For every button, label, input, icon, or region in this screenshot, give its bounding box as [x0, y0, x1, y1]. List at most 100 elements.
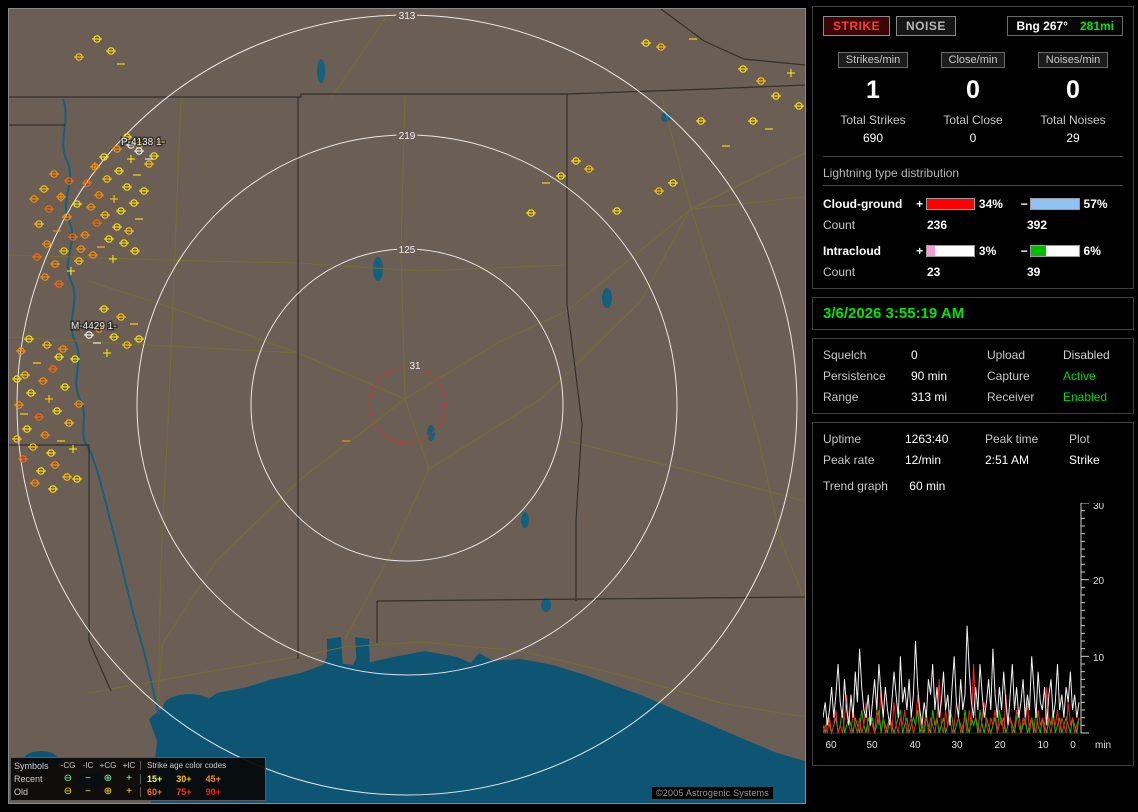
datetime-section: 3/6/2026 3:55:19 AM	[812, 297, 1134, 330]
datetime-value: 3/6/2026 3:55:19 AM	[823, 305, 965, 322]
ic-minus-icon: −	[85, 785, 91, 797]
peak-rate-value: 12/min	[905, 453, 942, 467]
trend-x-label: 50	[866, 740, 878, 751]
intracloud-counts: Count 23 39	[823, 265, 1123, 279]
legend-row-old: Old	[14, 786, 29, 797]
minus-sign: −	[1020, 243, 1028, 258]
trend-graph: 30 20 10 60 50 40 30 20 10 0 min	[822, 501, 1111, 751]
count-label: Count	[823, 218, 856, 232]
trend-graph-label: Trend graph	[823, 479, 888, 493]
cg-minus-count: 392	[1027, 218, 1048, 232]
legend-row-recent: Recent	[14, 773, 43, 784]
range-label: Range	[823, 390, 859, 404]
plus-sign: +	[916, 196, 924, 211]
upload-label: Upload	[987, 348, 1026, 362]
persistence-label: Persistence	[823, 369, 886, 383]
cg-plus-count: 236	[927, 218, 948, 232]
cg-minus-bar	[1030, 197, 1080, 210]
upload-value: Disabled	[1063, 348, 1110, 362]
trend-y-label: 10	[1093, 653, 1105, 664]
uptime-label: Uptime	[823, 432, 862, 446]
minus-sign: −	[1020, 196, 1028, 211]
range-ring-label: 125	[399, 245, 416, 256]
range-ring-label: 219	[399, 131, 416, 142]
persistence-value: 90 min	[911, 369, 948, 383]
capture-value: Active	[1063, 369, 1096, 383]
cg-plus-bar	[925, 197, 975, 210]
plot-label: Plot	[1069, 432, 1090, 446]
map-canvas[interactable]: 313 219 125 31 P-4138 1- M-4429 1-	[9, 9, 805, 803]
legend-col-cg-minus: -CG	[60, 761, 76, 770]
cg-plus-icon: ⊕	[103, 785, 113, 797]
map-panel: 313 219 125 31 P-4138 1- M-4429 1- Symbols -…	[8, 8, 806, 804]
storm-cell-label: P-4138 1-	[121, 137, 165, 148]
cloud-ground-label: Cloud-ground	[823, 196, 903, 211]
map-legend: Symbols -CG -IC +CG +IC Strike age color…	[10, 757, 266, 801]
cg-minus-icon: ⊖	[63, 772, 73, 784]
age-code: 90+	[205, 786, 221, 797]
intracloud-row: Intracloud + 3% − 6%	[823, 242, 1123, 259]
total-strikes-value: 690	[862, 131, 884, 145]
ic-plus-count: 23	[927, 265, 941, 279]
close-per-min-chip: Close/min	[940, 52, 1006, 68]
strike-stats-section: STRIKE NOISE Bng 267° 281mi Strikes/min …	[812, 6, 1134, 289]
intracloud-label: Intracloud	[823, 243, 882, 258]
ic-minus-bar	[1030, 244, 1080, 257]
lake-pontchartrain	[163, 694, 215, 720]
total-noises-value: 29	[1066, 131, 1080, 145]
trend-axis-ticks	[1081, 502, 1089, 734]
trend-graph-value: 60 min	[909, 479, 946, 493]
status-section: Squelch 0 Upload Disabled Persistence 90…	[812, 338, 1134, 414]
range-value: 313 mi	[911, 390, 948, 404]
cg-plus-icon: ⊕	[103, 772, 113, 784]
trend-x-label: 0	[1070, 740, 1076, 751]
trend-x-unit: min	[1095, 740, 1111, 751]
legend-col-ic-plus: +IC	[122, 761, 136, 770]
age-code: 15+	[147, 773, 163, 784]
bearing-range: 281mi	[1079, 19, 1114, 33]
age-code: 75+	[176, 786, 192, 797]
trend-x-label: 30	[951, 740, 963, 751]
plot-value: Strike	[1069, 453, 1100, 467]
distribution-title: Lightning type distribution	[823, 166, 1123, 186]
trend-series-layer	[822, 625, 1080, 735]
storm-cell-label: M-4429 1-	[71, 321, 117, 332]
side-panel: STRIKE NOISE Bng 267° 281mi Strikes/min …	[812, 6, 1134, 774]
peak-time-label: Peak time	[985, 432, 1039, 446]
legend-age-header: Strike age color codes	[140, 761, 262, 770]
trend-x-label: 40	[909, 740, 921, 751]
legend-symbols-header: Symbols	[14, 760, 49, 771]
trend-section: Uptime 1263:40 Peak time Plot Peak rate …	[812, 422, 1134, 766]
receiver-value: Enabled	[1063, 390, 1108, 404]
uptime-value: 1263:40	[905, 432, 949, 446]
total-noises-label: Total Noises	[1040, 113, 1106, 127]
trend-x-label: 10	[1037, 740, 1049, 751]
trend-y-label: 20	[1093, 576, 1105, 587]
lake	[219, 693, 239, 709]
trend-y-labels: 30 20 10	[1093, 501, 1105, 664]
noise-indicator[interactable]: NOISE	[896, 16, 956, 36]
ic-minus-icon: −	[85, 772, 91, 784]
legend-col-cg-plus: +CG	[99, 761, 117, 770]
peak-rate-label: Peak rate	[823, 453, 875, 467]
close-ring-label: 31	[409, 361, 421, 372]
peak-time-value: 2:51 AM	[985, 453, 1030, 467]
squelch-label: Squelch	[823, 348, 867, 362]
ic-minus-pct: 6%	[1083, 243, 1101, 258]
bearing-display: Bng 267° 281mi	[1007, 16, 1123, 36]
plus-sign: +	[916, 243, 924, 258]
close-per-min-value: 0	[966, 76, 980, 104]
age-code: 60+	[147, 786, 163, 797]
trend-x-labels: 60 50 40 30 20 10 0 min	[825, 740, 1111, 751]
age-code: 30+	[176, 773, 192, 784]
app-window: { "map": { "land_color": "#6b5e55", "wat…	[0, 0, 1138, 812]
total-strikes-label: Total Strikes	[840, 113, 906, 127]
bearing-label: Bng 267°	[1016, 19, 1068, 33]
cloud-ground-counts: Count 236 392	[823, 218, 1123, 232]
trend-y-label: 30	[1093, 503, 1105, 512]
trend-x-label: 20	[994, 740, 1006, 751]
count-label: Count	[823, 265, 856, 279]
strike-indicator[interactable]: STRIKE	[823, 16, 891, 36]
total-close-label: Total Close	[943, 113, 1003, 127]
strikes-per-min-chip: Strikes/min	[837, 52, 909, 68]
